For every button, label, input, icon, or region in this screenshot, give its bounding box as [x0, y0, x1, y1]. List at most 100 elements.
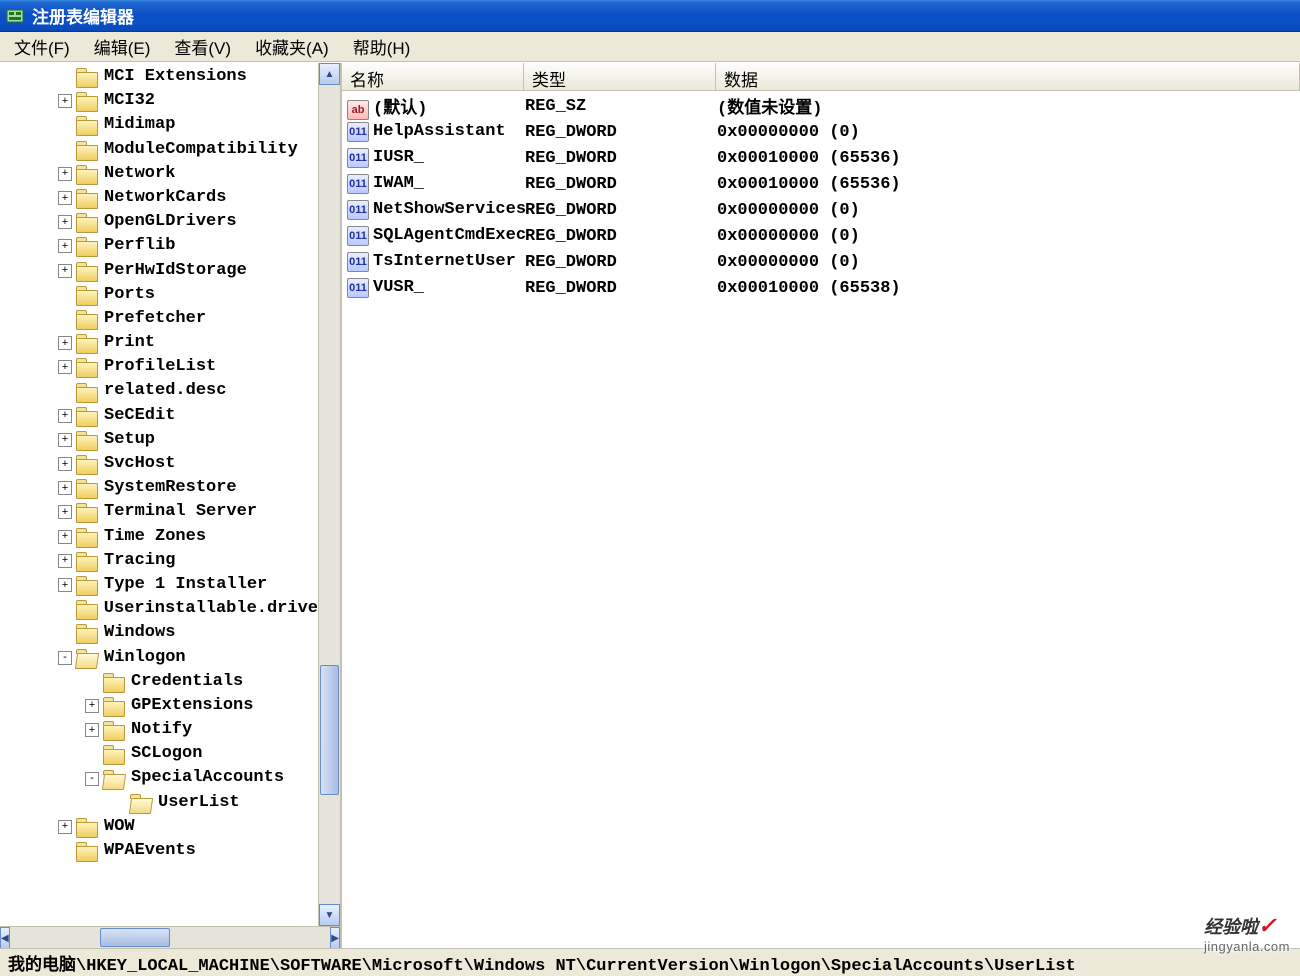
tree-node[interactable]: +Terminal Server	[0, 500, 318, 524]
column-type[interactable]: 类型	[524, 63, 716, 90]
expand-icon[interactable]: +	[58, 409, 72, 423]
value-list-header: 名称 类型 数据	[342, 63, 1300, 91]
scroll-thumb[interactable]	[320, 665, 339, 795]
scroll-down-button[interactable]: ▼	[319, 904, 340, 926]
value-list[interactable]: ab(默认)REG_SZ(数值未设置)011HelpAssistantREG_D…	[342, 91, 1300, 948]
tree-label: Type 1 Installer	[104, 573, 267, 597]
value-row[interactable]: 011VUSR_REG_DWORD0x00010000 (65538)	[347, 275, 1300, 301]
value-row[interactable]: ab(默认)REG_SZ(数值未设置)	[347, 93, 1300, 119]
folder-open-icon	[103, 770, 125, 788]
scroll-left-button[interactable]: ◀	[0, 927, 10, 948]
scroll-up-button[interactable]: ▲	[319, 63, 340, 85]
tree-panel: MCI Extensions+MCI32MidimapModuleCompati…	[0, 63, 342, 948]
expand-icon[interactable]: +	[58, 505, 72, 519]
collapse-icon[interactable]: -	[85, 772, 99, 786]
tree-node[interactable]: -Winlogon	[0, 646, 318, 670]
tree-node[interactable]: +SystemRestore	[0, 476, 318, 500]
folder-open-icon	[76, 649, 98, 667]
tree-node[interactable]: WPAEvents	[0, 839, 318, 863]
collapse-icon[interactable]: -	[58, 651, 72, 665]
value-type: REG_SZ	[525, 97, 717, 116]
scroll-track[interactable]	[319, 85, 340, 904]
folder-icon	[76, 503, 98, 521]
horizontal-scrollbar[interactable]: ◀ ▶	[0, 926, 340, 948]
value-name: (默认)	[373, 100, 427, 119]
value-row[interactable]: 011HelpAssistantREG_DWORD0x00000000 (0)	[347, 119, 1300, 145]
tree-node[interactable]: +OpenGLDrivers	[0, 210, 318, 234]
folder-icon	[76, 68, 98, 86]
expand-icon[interactable]: +	[58, 215, 72, 229]
expand-icon[interactable]: +	[85, 699, 99, 713]
tree-node[interactable]: Prefetcher	[0, 307, 318, 331]
tree-node[interactable]: +SvcHost	[0, 452, 318, 476]
tree-node[interactable]: +GPExtensions	[0, 694, 318, 718]
tree-node[interactable]: MCI Extensions	[0, 65, 318, 89]
folder-icon	[76, 818, 98, 836]
tree-node[interactable]: Credentials	[0, 670, 318, 694]
value-row[interactable]: 011NetShowServicesREG_DWORD0x00000000 (0…	[347, 197, 1300, 223]
folder-open-icon	[130, 794, 152, 812]
expand-icon[interactable]: +	[58, 191, 72, 205]
expand-icon[interactable]: +	[58, 433, 72, 447]
tree-node[interactable]: + Type 1 Installer	[0, 573, 318, 597]
tree-label: related.desc	[104, 379, 226, 403]
tree-node[interactable]: +PerHwIdStorage	[0, 259, 318, 283]
tree-node[interactable]: +NetworkCards	[0, 186, 318, 210]
tree-node[interactable]: related.desc	[0, 379, 318, 403]
scroll-right-button[interactable]: ▶	[330, 927, 340, 948]
expand-icon[interactable]: +	[58, 530, 72, 544]
menu-file[interactable]: 文件(F)	[8, 32, 76, 61]
tree-node[interactable]: +Perflib	[0, 234, 318, 258]
column-name[interactable]: 名称	[342, 63, 524, 90]
tree-node[interactable]: +WOW	[0, 815, 318, 839]
expand-icon[interactable]: +	[58, 94, 72, 108]
expand-icon[interactable]: +	[58, 239, 72, 253]
value-row[interactable]: 011IWAM_REG_DWORD0x00010000 (65536)	[347, 171, 1300, 197]
tree-node[interactable]: Midimap	[0, 113, 318, 137]
menu-favorites[interactable]: 收藏夹(A)	[249, 32, 335, 61]
hscroll-track[interactable]	[10, 927, 331, 948]
tree-label: SeCEdit	[104, 404, 175, 428]
expand-icon[interactable]: +	[58, 167, 72, 181]
tree-node[interactable]: +ProfileList	[0, 355, 318, 379]
menu-edit[interactable]: 编辑(E)	[88, 32, 157, 61]
tree-node[interactable]: Windows	[0, 621, 318, 645]
tree-node[interactable]: UserList	[0, 791, 318, 815]
window-title: 注册表编辑器	[32, 3, 134, 28]
tree-node[interactable]: +Setup	[0, 428, 318, 452]
expand-icon[interactable]: +	[58, 336, 72, 350]
tree-node[interactable]: ModuleCompatibility	[0, 138, 318, 162]
hscroll-thumb[interactable]	[100, 928, 170, 947]
value-row[interactable]: 011SQLAgentCmdExecREG_DWORD0x00000000 (0…	[347, 223, 1300, 249]
expand-icon[interactable]: +	[58, 554, 72, 568]
expand-icon[interactable]: +	[58, 481, 72, 495]
tree-node[interactable]: +Print	[0, 331, 318, 355]
menu-help[interactable]: 帮助(H)	[347, 32, 417, 61]
menu-view[interactable]: 查看(V)	[168, 32, 237, 61]
vertical-scrollbar[interactable]: ▲ ▼	[318, 63, 340, 926]
expand-icon[interactable]: +	[58, 578, 72, 592]
expand-icon[interactable]: +	[58, 457, 72, 471]
tree-node[interactable]: Userinstallable.drive	[0, 597, 318, 621]
tree-label: Network	[104, 162, 175, 186]
tree-node[interactable]: +Notify	[0, 718, 318, 742]
tree-view[interactable]: MCI Extensions+MCI32MidimapModuleCompati…	[0, 63, 318, 926]
value-row[interactable]: 011IUSR_REG_DWORD0x00010000 (65536)	[347, 145, 1300, 171]
tree-node[interactable]: +Tracing	[0, 549, 318, 573]
folder-icon	[103, 697, 125, 715]
tree-label: MCI Extensions	[104, 65, 247, 89]
expand-icon[interactable]: +	[85, 723, 99, 737]
tree-node[interactable]: -SpecialAccounts	[0, 766, 318, 790]
tree-node[interactable]: +MCI32	[0, 89, 318, 113]
tree-node[interactable]: + Network	[0, 162, 318, 186]
folder-icon	[76, 262, 98, 280]
tree-node[interactable]: Ports	[0, 283, 318, 307]
tree-node[interactable]: + SeCEdit	[0, 404, 318, 428]
expand-icon[interactable]: +	[58, 264, 72, 278]
tree-node[interactable]: SCLogon	[0, 742, 318, 766]
tree-node[interactable]: +Time Zones	[0, 525, 318, 549]
expand-icon[interactable]: +	[58, 820, 72, 834]
expand-icon[interactable]: +	[58, 360, 72, 374]
column-data[interactable]: 数据	[716, 63, 1300, 90]
value-row[interactable]: 011TsInternetUserREG_DWORD0x00000000 (0)	[347, 249, 1300, 275]
